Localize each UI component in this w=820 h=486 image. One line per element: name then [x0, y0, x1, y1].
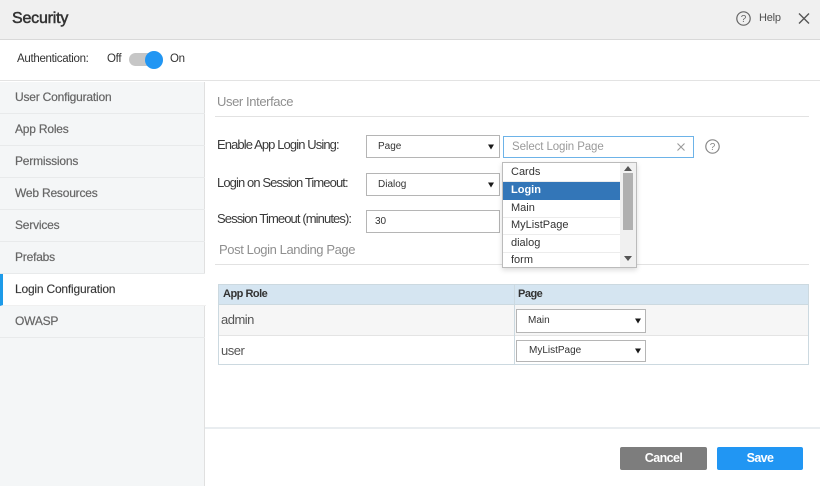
- svg-text:?: ?: [741, 14, 747, 25]
- svg-text:?: ?: [710, 142, 716, 153]
